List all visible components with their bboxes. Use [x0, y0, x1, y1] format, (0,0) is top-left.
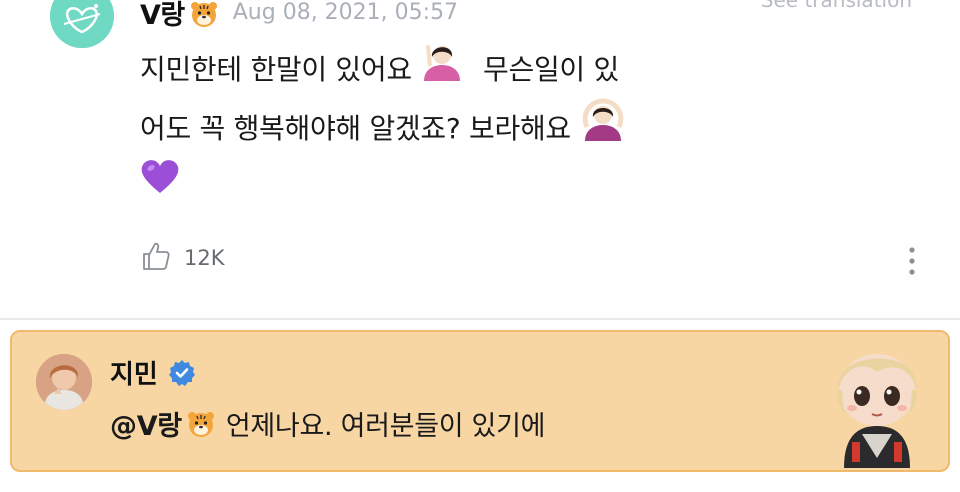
verified-badge-icon [168, 359, 196, 387]
avatar-logo-icon [50, 0, 114, 48]
see-translation-link[interactable]: See translation [761, 0, 912, 12]
post-text-line-3 [140, 160, 720, 214]
raising-hand-emoji-icon [420, 39, 464, 97]
tiger-emoji-icon [189, 0, 219, 29]
avatar[interactable] [36, 354, 92, 410]
thumbs-up-icon[interactable] [140, 240, 172, 276]
post-text-segment: 어도 꼭 행복해야해 알겠죠? 보라해요 [140, 112, 571, 145]
post-author[interactable]: V랑 [140, 0, 185, 32]
reply-text: @V랑 언제나요. 여러분들이 있기에 [110, 404, 545, 443]
avatar[interactable] [50, 0, 114, 48]
more-options-icon[interactable] [908, 246, 916, 276]
reply-message: 언제나요. 여러분들이 있기에 [225, 411, 546, 442]
post-text-segment: 무슨일이 있 [483, 53, 619, 86]
reply-author[interactable]: 지민 [110, 354, 158, 391]
chibi-sticker-icon [822, 338, 932, 468]
post-text-line-2: 어도 꼭 행복해야해 알겠죠? 보라해요 [140, 97, 720, 160]
purple-heart-emoji-icon [140, 157, 180, 211]
ok-gesture-emoji-icon [579, 97, 627, 157]
avatar-photo-icon [36, 354, 92, 410]
divider [0, 318, 960, 320]
like-count: 12K [184, 246, 225, 270]
post-text-segment: 지민한테 한말이 있어요 [140, 53, 412, 86]
like-row: 12K [140, 240, 225, 276]
reply-author-row: 지민 [110, 354, 196, 391]
post-timestamp: Aug 08, 2021, 05:57 [232, 0, 459, 25]
fan-post: V랑 Aug 08, 2021, 05:57 See translation 지… [0, 0, 960, 318]
artist-reply-card: 지민 @V랑 언제나요. 여러분들이 있기에 [10, 330, 950, 472]
post-header: V랑 Aug 08, 2021, 05:57 [140, 0, 459, 32]
post-content: 지민한테 한말이 있어요 무슨일이 있 어도 꼭 행복해야해 알겠죠? 보라해요 [140, 42, 720, 214]
tiger-emoji-icon [186, 409, 216, 439]
mention-link[interactable]: @V랑 [110, 404, 182, 443]
post-text-line-1: 지민한테 한말이 있어요 무슨일이 있 [140, 42, 720, 100]
